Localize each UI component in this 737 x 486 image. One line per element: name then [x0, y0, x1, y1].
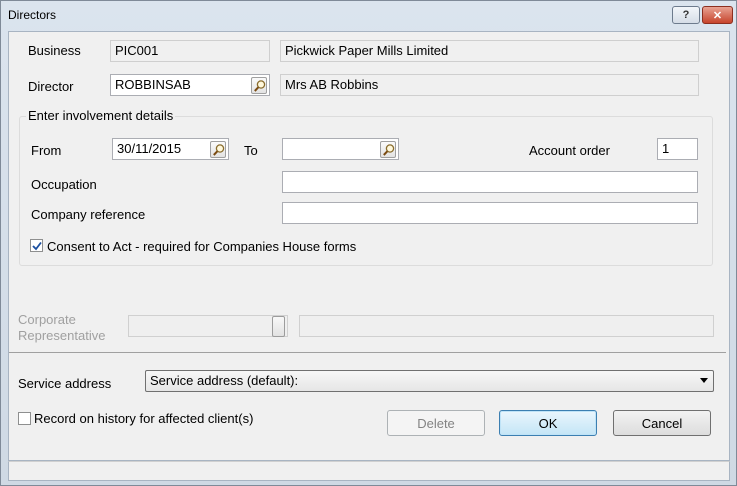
corporate-representative-label-line2: Representative [18, 328, 106, 343]
company-reference-label: Company reference [31, 207, 146, 222]
to-date-picker-button[interactable] [380, 141, 396, 158]
record-history-label[interactable]: Record on history for affected client(s) [34, 411, 253, 426]
service-address-selected: Service address (default): [150, 373, 299, 388]
from-date-picker-button[interactable] [210, 141, 226, 158]
director-code-value: ROBBINSAB [115, 77, 191, 92]
from-date-value: 30/11/2015 [117, 141, 182, 156]
to-label: To [244, 143, 258, 158]
delete-button[interactable]: Delete [387, 410, 485, 436]
service-address-label: Service address [18, 376, 112, 391]
corporate-representative-label-line1: Corporate [18, 312, 76, 327]
title-bar[interactable]: Directors ? ✕ [1, 1, 736, 31]
account-order-label: Account order [529, 143, 610, 158]
window-title: Directors [8, 8, 57, 22]
business-name-field: Pickwick Paper Mills Limited [280, 40, 699, 62]
occupation-input[interactable] [282, 171, 698, 193]
involvement-group-title: Enter involvement details [26, 108, 176, 123]
status-bar [8, 461, 730, 481]
record-history-checkbox[interactable] [18, 412, 31, 425]
corporate-representative-name [299, 315, 714, 337]
director-name-field: Mrs AB Robbins [280, 74, 699, 96]
dialog-body: Business PIC001 Pickwick Paper Mills Lim… [8, 31, 730, 461]
help-button[interactable]: ? [672, 6, 700, 24]
to-date-input[interactable] [282, 138, 399, 160]
service-address-select[interactable]: Service address (default): [145, 370, 714, 392]
close-button[interactable]: ✕ [702, 6, 733, 24]
corporate-representative-thumb [272, 316, 285, 337]
corporate-representative-code [128, 315, 288, 337]
checkmark-icon [32, 241, 42, 251]
director-code-input[interactable]: ROBBINSAB [110, 74, 270, 96]
magnifier-icon [213, 144, 225, 156]
consent-checkbox[interactable] [30, 239, 43, 252]
director-label: Director [28, 79, 74, 94]
occupation-label: Occupation [31, 177, 97, 192]
ok-button[interactable]: OK [499, 410, 597, 436]
help-icon: ? [682, 9, 690, 21]
magnifier-icon [383, 144, 395, 156]
business-label: Business [28, 43, 81, 58]
director-lookup-button[interactable] [251, 77, 267, 94]
business-code-field: PIC001 [110, 40, 270, 62]
company-reference-input[interactable] [282, 202, 698, 224]
account-order-input[interactable]: 1 [657, 138, 698, 160]
from-label: From [31, 143, 62, 158]
close-icon: ✕ [712, 9, 723, 22]
chevron-down-icon [700, 378, 708, 383]
cancel-button[interactable]: Cancel [613, 410, 711, 436]
consent-label[interactable]: Consent to Act - required for Companies … [47, 239, 356, 254]
magnifier-icon [254, 80, 266, 92]
separator [9, 352, 726, 353]
from-date-input[interactable]: 30/11/2015 [112, 138, 229, 160]
directors-dialog: Directors ? ✕ Business PIC001 Pickwick P… [0, 0, 737, 486]
